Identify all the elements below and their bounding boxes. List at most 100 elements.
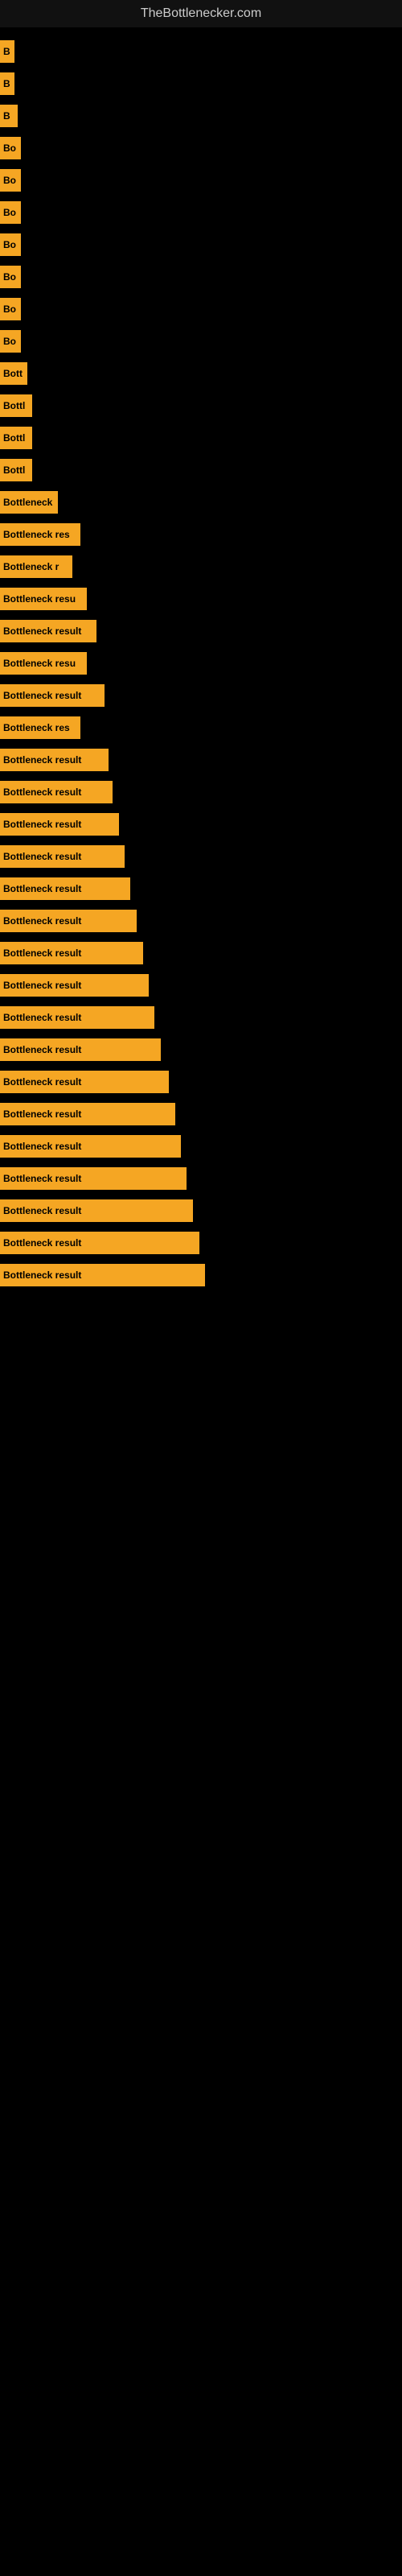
bar-label: Bottleneck result — [3, 1044, 81, 1055]
bar-item: B — [0, 40, 14, 63]
bar-label: Bo — [3, 207, 16, 218]
bar-row: Bottleneck result — [0, 684, 402, 707]
bar-label: Bottleneck — [3, 497, 52, 508]
bar-label: Bottleneck result — [3, 690, 81, 701]
bar-chart: B B B Bo Bo Bo Bo Bo Bo Bo Bott Bottl Bottl Bottl Bott… — [0, 27, 402, 1299]
bar-item: Bo — [0, 330, 21, 353]
bar-label: Bottleneck result — [3, 1012, 81, 1023]
bar-label: Bo — [3, 303, 16, 315]
bar-row: Bottleneck result — [0, 942, 402, 964]
bar-row: Bottleneck result — [0, 1264, 402, 1286]
bar-label: Bo — [3, 271, 16, 283]
bar-label: B — [3, 78, 10, 89]
bar-label: Bottl — [3, 464, 25, 476]
bar-item: Bottleneck result — [0, 1006, 154, 1029]
bar-label: Bo — [3, 175, 16, 186]
bar-label: Bottleneck result — [3, 1237, 81, 1249]
bar-item: Bo — [0, 233, 21, 256]
bar-row: Bottleneck result — [0, 845, 402, 868]
bar-item: Bott — [0, 362, 27, 385]
bar-label: Bottl — [3, 432, 25, 444]
bar-row: Bo — [0, 233, 402, 256]
bar-row: Bottleneck result — [0, 1006, 402, 1029]
bar-item: Bo — [0, 266, 21, 288]
bar-row: Bottleneck result — [0, 1232, 402, 1254]
bar-item: B — [0, 105, 18, 127]
bar-label: Bo — [3, 142, 16, 154]
bar-label: Bottleneck result — [3, 1205, 81, 1216]
bar-item: Bottleneck result — [0, 1071, 169, 1093]
bar-row: Bottleneck res — [0, 523, 402, 546]
bar-row: Bottleneck result — [0, 877, 402, 900]
bar-row: Bottl — [0, 427, 402, 449]
bar-label: B — [3, 110, 10, 122]
bar-item: Bottleneck resu — [0, 652, 87, 675]
bar-label: Bottleneck resu — [3, 658, 76, 669]
bar-row: Bottleneck — [0, 491, 402, 514]
bar-label: Bottleneck result — [3, 1108, 81, 1120]
bar-item: Bottleneck result — [0, 1135, 181, 1158]
bar-item: Bottleneck result — [0, 1199, 193, 1222]
bar-row: Bo — [0, 201, 402, 224]
bar-row: Bo — [0, 330, 402, 353]
bar-row: Bottleneck result — [0, 1167, 402, 1190]
bar-row: Bottleneck result — [0, 781, 402, 803]
bar-row: Bo — [0, 266, 402, 288]
bar-label: Bottleneck result — [3, 625, 81, 637]
bar-label: Bottleneck result — [3, 980, 81, 991]
bar-row: Bottleneck result — [0, 910, 402, 932]
bar-item: Bottleneck result — [0, 620, 96, 642]
bar-label: Bottleneck result — [3, 786, 81, 798]
bar-label: Bottleneck result — [3, 915, 81, 927]
bar-label: Bottleneck result — [3, 1269, 81, 1281]
site-title-bar: TheBottlenecker.com — [0, 0, 402, 27]
bar-item: Bottleneck result — [0, 845, 125, 868]
bar-row: Bott — [0, 362, 402, 385]
bar-item: Bottleneck res — [0, 716, 80, 739]
bar-item: Bo — [0, 169, 21, 192]
bar-item: B — [0, 72, 14, 95]
bar-label: Bottleneck result — [3, 1141, 81, 1152]
bar-item: Bottleneck result — [0, 942, 143, 964]
bar-item: Bottleneck result — [0, 1103, 175, 1125]
bar-row: Bo — [0, 137, 402, 159]
bar-item: Bottleneck result — [0, 910, 137, 932]
bar-label: Bottleneck r — [3, 561, 59, 572]
bar-item: Bottleneck res — [0, 523, 80, 546]
bar-item: Bottleneck result — [0, 974, 149, 997]
bar-label: Bottleneck res — [3, 529, 70, 540]
bar-row: B — [0, 40, 402, 63]
bar-label: Bo — [3, 336, 16, 347]
bar-row: Bottleneck result — [0, 1135, 402, 1158]
bar-label: Bo — [3, 239, 16, 250]
bar-row: Bottleneck res — [0, 716, 402, 739]
bar-row: Bottleneck result — [0, 974, 402, 997]
bar-item: Bottleneck r — [0, 555, 72, 578]
bar-item: Bottleneck — [0, 491, 58, 514]
bar-row: Bottleneck result — [0, 620, 402, 642]
bar-item: Bottl — [0, 394, 32, 417]
bar-row: B — [0, 72, 402, 95]
bar-row: Bottleneck result — [0, 1038, 402, 1061]
bar-row: Bottl — [0, 394, 402, 417]
bar-label: Bottl — [3, 400, 25, 411]
bar-row: Bottl — [0, 459, 402, 481]
bar-item: Bottleneck result — [0, 877, 130, 900]
bar-row: Bo — [0, 298, 402, 320]
bar-label: Bottleneck result — [3, 1173, 81, 1184]
bar-row: Bottleneck result — [0, 813, 402, 836]
bar-item: Bo — [0, 201, 21, 224]
bar-label: Bottleneck result — [3, 754, 81, 766]
bar-label: Bott — [3, 368, 23, 379]
bar-row: Bottleneck r — [0, 555, 402, 578]
bar-item: Bottleneck result — [0, 813, 119, 836]
bar-item: Bottleneck result — [0, 781, 113, 803]
bar-item: Bottleneck result — [0, 1038, 161, 1061]
bar-item: Bottleneck result — [0, 1167, 187, 1190]
bar-item: Bo — [0, 137, 21, 159]
bar-item: Bottleneck result — [0, 684, 105, 707]
bar-label: Bottleneck result — [3, 819, 81, 830]
bar-label: Bottleneck resu — [3, 593, 76, 605]
bar-row: Bottleneck result — [0, 1103, 402, 1125]
bar-row: Bottleneck result — [0, 749, 402, 771]
